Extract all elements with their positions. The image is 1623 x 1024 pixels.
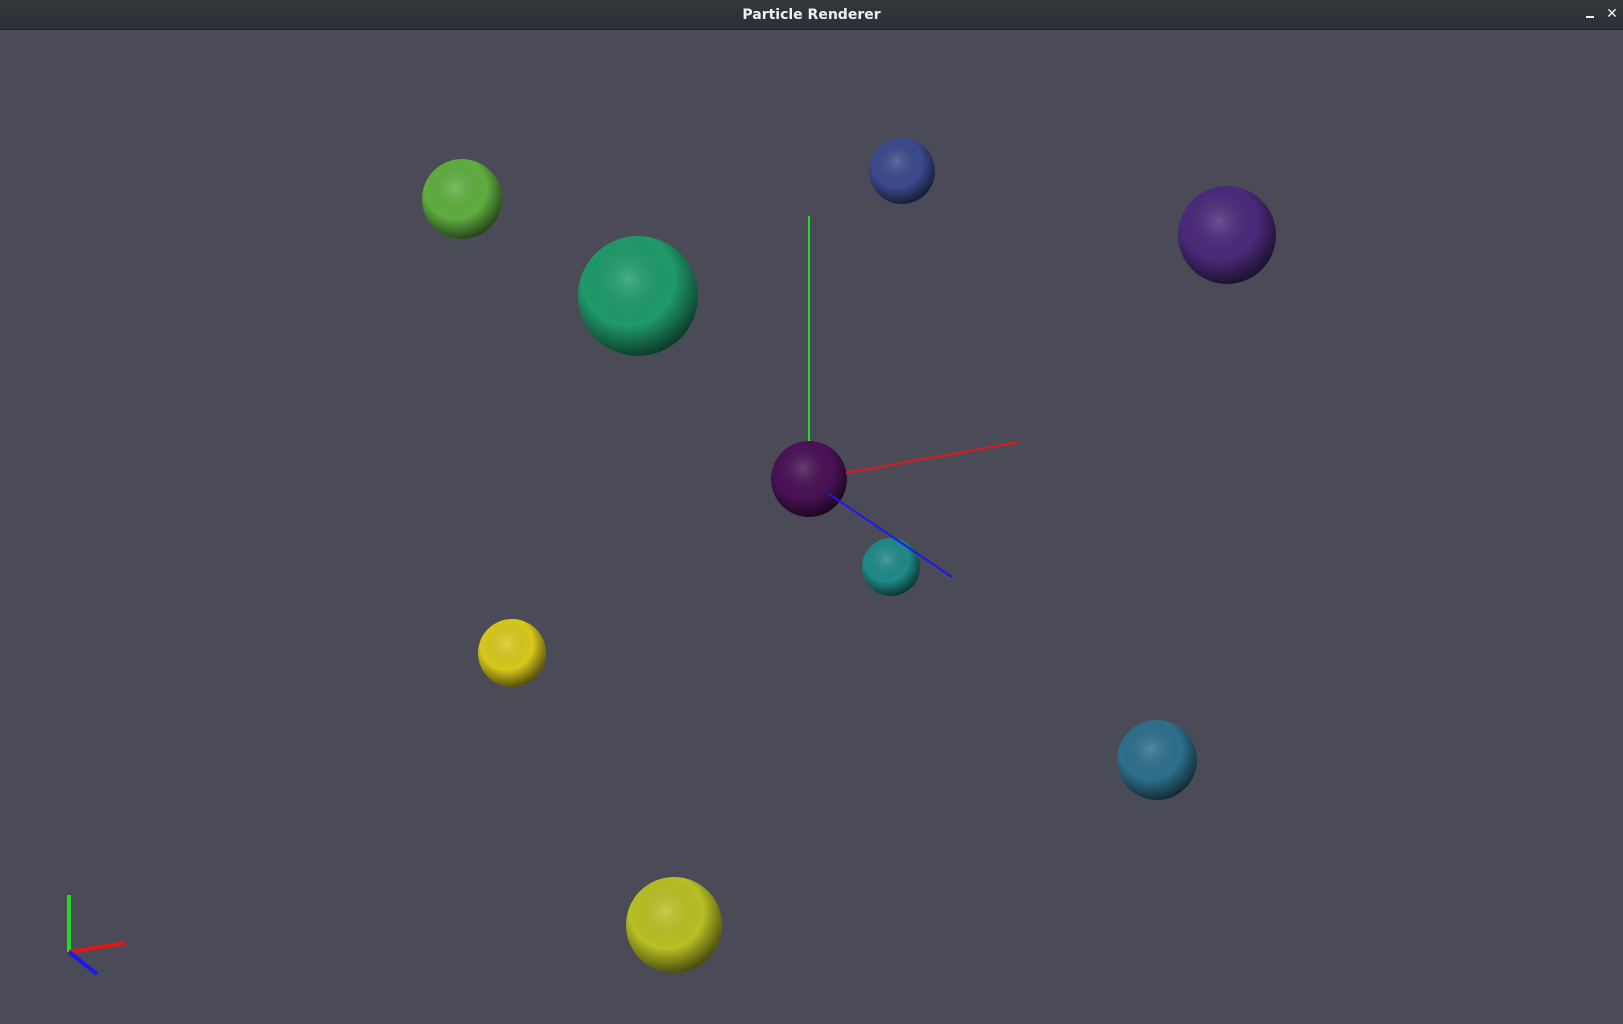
particle-teal-small[interactable] (862, 538, 920, 596)
app-window: Particle Renderer ✕ (0, 0, 1623, 1024)
close-icon: ✕ (1606, 6, 1618, 22)
close-button[interactable]: ✕ (1603, 5, 1621, 23)
orientation-axes-indicator (67, 895, 126, 976)
particle-teal-large[interactable] (578, 236, 698, 356)
particle-steel-blue[interactable] (1117, 720, 1197, 800)
orientation-z-axis (67, 950, 99, 976)
particle-yellow[interactable] (478, 619, 546, 687)
particle-blue-small[interactable] (869, 138, 935, 204)
selection-axes-gizmo[interactable] (808, 216, 1020, 578)
render-viewport[interactable] (0, 30, 1623, 1024)
particle-purple-center[interactable] (771, 441, 847, 517)
particle-purple-right[interactable] (1178, 186, 1276, 284)
window-title: Particle Renderer (742, 7, 881, 23)
minimize-icon (1586, 16, 1594, 18)
particle-group (422, 138, 1276, 973)
title-bar[interactable]: Particle Renderer ✕ (0, 0, 1623, 30)
particle-yellow-green[interactable] (626, 877, 722, 973)
particle-green-light[interactable] (422, 159, 502, 239)
gizmo-x-axis[interactable] (845, 441, 1020, 474)
scene-canvas[interactable] (0, 30, 1623, 1024)
orientation-x-axis (68, 941, 126, 954)
minimize-button[interactable] (1581, 5, 1599, 23)
